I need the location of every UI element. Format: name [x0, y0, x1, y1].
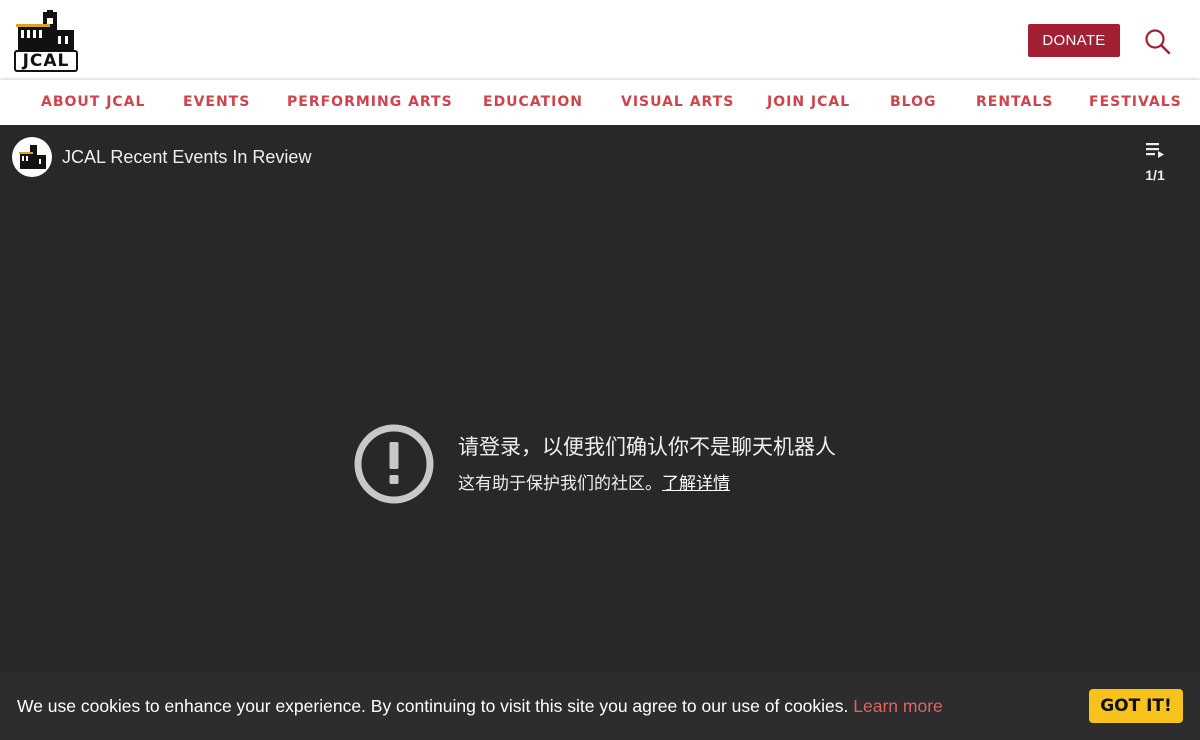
- playlist-count: 1/1: [1145, 167, 1165, 183]
- building-icon: [19, 145, 46, 169]
- channel-avatar[interactable]: [12, 137, 52, 177]
- nav-item-blog[interactable]: BLOG: [890, 80, 937, 125]
- nav-item-performing-arts[interactable]: PERFORMING ARTS: [287, 80, 453, 125]
- nav-item-rentals[interactable]: RENTALS: [976, 80, 1053, 125]
- signin-message: 请登录，以便我们确认你不是聊天机器人: [458, 435, 836, 459]
- donate-button[interactable]: DONATE: [1028, 24, 1120, 57]
- nav-item-about-jcal[interactable]: ABOUT JCAL: [41, 80, 145, 125]
- cookie-banner: We use cookies to enhance your experienc…: [0, 672, 1200, 740]
- nav-item-education[interactable]: EDUCATION: [483, 80, 583, 125]
- cookie-text: We use cookies to enhance your experienc…: [17, 696, 849, 716]
- alert-icon: [354, 424, 434, 504]
- logo-text: JCAL: [14, 50, 78, 72]
- learn-more-link[interactable]: Learn more: [853, 696, 943, 716]
- nav-item-festivals[interactable]: FESTIVALS: [1089, 80, 1182, 125]
- playlist-icon[interactable]: [1144, 141, 1166, 161]
- help-text: 这有助于保护我们的社区。: [458, 474, 662, 494]
- nav-item-visual-arts[interactable]: VISUAL ARTS: [621, 80, 734, 125]
- learn-details-link[interactable]: 了解详情: [662, 474, 730, 494]
- cookie-message: We use cookies to enhance your experienc…: [17, 696, 943, 717]
- got-it-button[interactable]: GOT IT!: [1089, 689, 1183, 723]
- search-icon[interactable]: [1144, 28, 1172, 56]
- jcal-logo[interactable]: JCAL: [14, 10, 80, 72]
- nav-item-events[interactable]: EVENTS: [183, 80, 250, 125]
- help-message: 这有助于保护我们的社区。了解详情: [458, 469, 730, 494]
- site-header: JCAL DONATE: [0, 0, 1200, 80]
- main-nav: ABOUT JCAL EVENTS PERFORMING ARTS EDUCAT…: [0, 80, 1200, 125]
- nav-item-join-jcal[interactable]: JOIN JCAL: [767, 80, 850, 125]
- video-embed[interactable]: JCAL Recent Events In Review 1/1 请登录，以便我…: [0, 125, 1200, 672]
- video-title[interactable]: JCAL Recent Events In Review: [62, 147, 311, 168]
